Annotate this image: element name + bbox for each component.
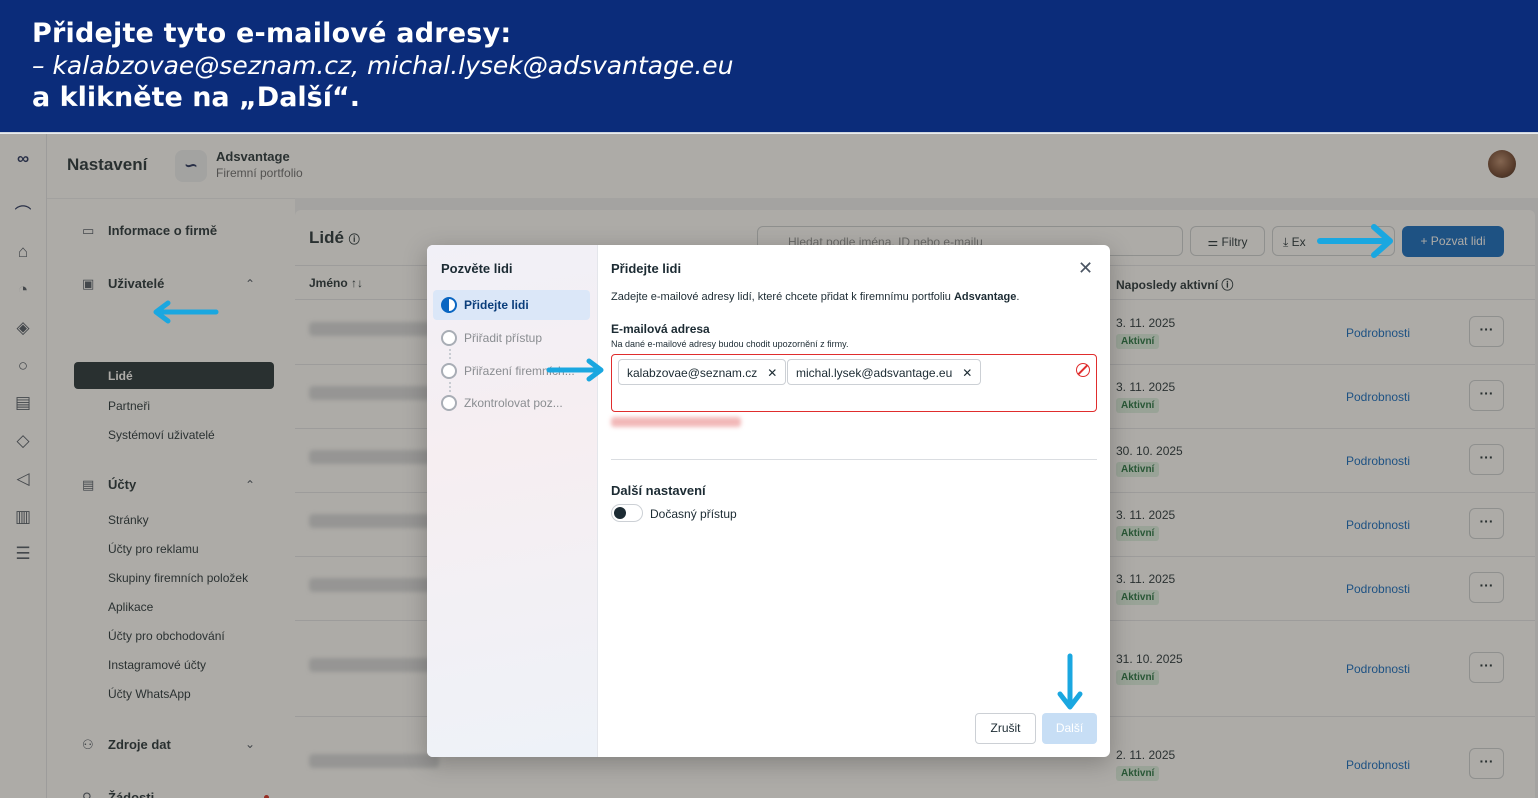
half-circle-icon — [441, 297, 457, 313]
email-field[interactable]: kalabzovae@seznam.cz ✕ michal.lysek@adsva… — [611, 354, 1097, 412]
step-review[interactable]: Zkontrolovat poz... — [433, 388, 590, 418]
cancel-button[interactable]: Zrušit — [975, 713, 1036, 744]
email-hint: Na dané e-mailové adresy budou chodit up… — [611, 339, 849, 349]
add-people-form: Přidejte lidi ✕ Zadejte e-mailové adresy… — [598, 245, 1110, 757]
business-settings-app: ∞ ⌒ ⌂ ◔ ◈ ○ ▤ ◇ ◁ ▥ ☰ Nastavení ∽ Adsvan… — [0, 134, 1538, 798]
temporary-access-toggle[interactable] — [611, 504, 643, 522]
wizard-title: Pozvěte lidi — [441, 261, 513, 276]
more-settings-heading: Další nastavení — [611, 483, 706, 498]
instruction-line-1: Přidejte tyto e-mailové adresy: — [32, 18, 512, 49]
instruction-line-2: – kalabzovae@seznam.cz, michal.lysek@ads… — [32, 51, 734, 80]
arrow-left-icon — [153, 300, 219, 324]
circle-icon — [441, 363, 457, 379]
next-button[interactable]: Další — [1042, 713, 1097, 744]
email-chip: michal.lysek@adsvantage.eu ✕ — [787, 359, 982, 385]
circle-icon — [441, 395, 457, 411]
temporary-access-label: Dočasný přístup — [650, 507, 737, 521]
circle-icon — [441, 330, 457, 346]
step-add-people[interactable]: Přidejte lidi — [433, 290, 590, 320]
divider — [611, 459, 1097, 460]
close-icon[interactable]: ✕ — [1078, 258, 1093, 279]
step-assign-access[interactable]: Přiřadit přístup — [433, 323, 590, 353]
blurred-error-message — [611, 417, 741, 427]
dialog-title: Přidejte lidi — [611, 261, 682, 276]
email-chip: kalabzovae@seznam.cz ✕ — [618, 359, 787, 385]
arrow-right-icon — [546, 358, 604, 382]
instruction-banner: Přidejte tyto e-mailové adresy: – kalabz… — [0, 0, 1538, 133]
instruction-line-3: a klikněte na „Další“. — [32, 82, 360, 113]
arrow-right-icon — [1317, 224, 1393, 258]
dialog-description: Zadejte e-mailové adresy lidí, které chc… — [611, 291, 1020, 303]
wizard-steps: Pozvěte lidi Přidejte lidi Přiřadit přís… — [427, 245, 598, 757]
email-label: E-mailová adresa — [611, 322, 710, 336]
arrow-down-icon — [1057, 653, 1083, 710]
remove-chip-icon[interactable]: ✕ — [767, 366, 777, 380]
remove-chip-icon[interactable]: ✕ — [962, 366, 972, 380]
invite-people-dialog: Pozvěte lidi Přidejte lidi Přiřadit přís… — [427, 245, 1110, 757]
error-icon — [1076, 363, 1090, 377]
